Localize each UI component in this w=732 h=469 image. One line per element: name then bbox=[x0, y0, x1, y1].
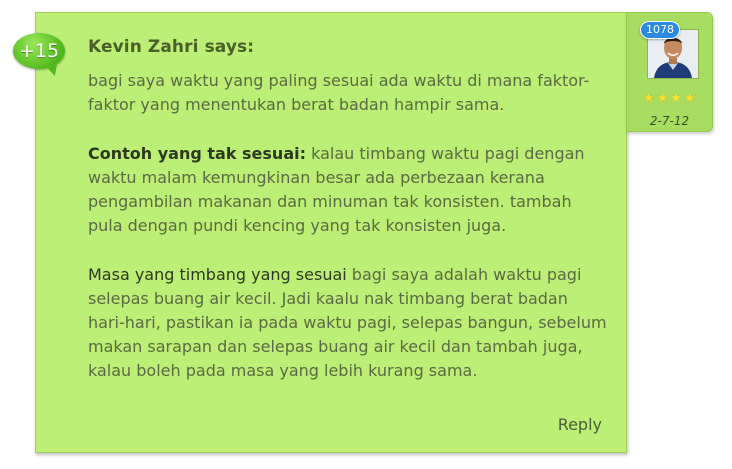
paragraph-lead: Masa yang timbang yang sesuai bbox=[88, 264, 347, 284]
rating-stars: ★★★★ bbox=[643, 91, 698, 106]
join-date: 2-7-12 bbox=[649, 114, 690, 128]
post-count-badge: 1078 bbox=[640, 21, 680, 39]
comment-paragraph-2: Contoh yang tak sesuai: kalau timbang wa… bbox=[88, 142, 608, 239]
comment-body: bagi saya waktu yang paling sesuai ada w… bbox=[88, 69, 608, 408]
comment-card: Kevin Zahri says: bagi saya waktu yang p… bbox=[35, 12, 627, 453]
user-panel: 1078 ★★★★ 2-7-12 bbox=[626, 12, 713, 132]
paragraph-lead: Contoh yang tak sesuai: bbox=[88, 143, 306, 163]
reply-link[interactable]: Reply bbox=[558, 415, 602, 434]
score-bubble: +15 bbox=[13, 33, 65, 69]
paragraph-text: bagi saya waktu yang paling sesuai ada w… bbox=[88, 71, 590, 115]
comment-paragraph-3: Masa yang timbang yang sesuai bagi saya … bbox=[88, 263, 608, 384]
comment-paragraph-1: bagi saya waktu yang paling sesuai ada w… bbox=[88, 69, 608, 117]
comment-author: Kevin Zahri says: bbox=[88, 37, 255, 57]
